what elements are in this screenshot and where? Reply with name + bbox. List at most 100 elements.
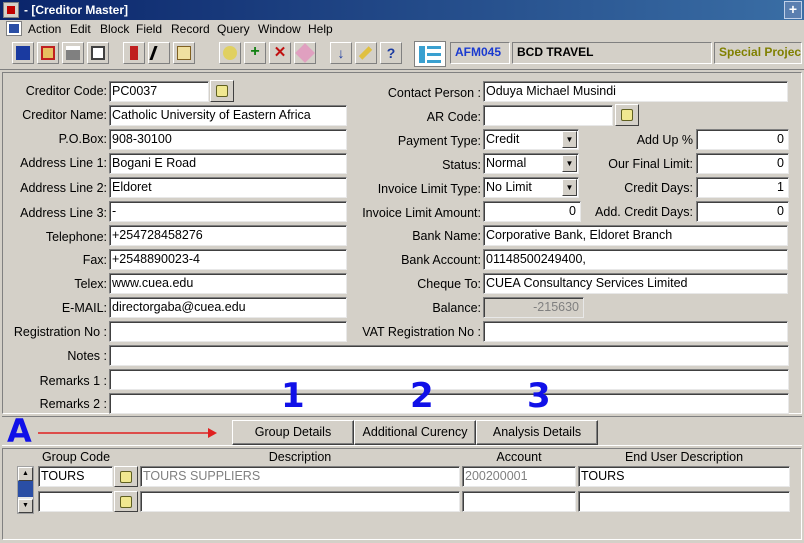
menu-field[interactable]: Field xyxy=(136,22,162,36)
detail-scrollbar[interactable]: ▲ ▼ xyxy=(17,466,34,514)
analysis-details-button[interactable]: Analysis Details xyxy=(476,420,598,445)
creditor-name-label: Creditor Name: xyxy=(22,108,107,122)
creditor-name-field[interactable]: Catholic University of Eastern Africa xyxy=(109,105,347,126)
title-bar: - [Creditor Master] + xyxy=(0,0,804,20)
creditor-code-lov-button[interactable] xyxy=(210,80,234,102)
print-preview-icon[interactable] xyxy=(87,42,109,64)
fax-field[interactable]: +2548890023-4 xyxy=(109,249,347,270)
remarks2-field[interactable] xyxy=(109,393,789,414)
menu-record[interactable]: Record xyxy=(171,22,210,36)
oracle-logo-icon xyxy=(414,41,446,67)
invoice-limit-amount-field[interactable]: 0 xyxy=(483,201,581,222)
cheque-to-field[interactable]: CUEA Consultancy Services Limited xyxy=(483,273,788,294)
annotation-arrow xyxy=(38,428,217,438)
group-details-button[interactable]: Group Details xyxy=(232,420,354,445)
email-field[interactable]: directorgaba@cuea.edu xyxy=(109,297,347,318)
chevron-down-icon[interactable]: ▼ xyxy=(562,155,577,172)
ar-code-lov-button[interactable] xyxy=(615,104,639,126)
vat-field[interactable] xyxy=(483,321,788,342)
calculator-icon[interactable] xyxy=(173,42,195,64)
edit-icon[interactable] xyxy=(355,42,377,64)
row1-description: TOURS SUPPLIERS xyxy=(140,466,460,487)
help-icon[interactable]: ? xyxy=(380,42,402,64)
insert-record-icon[interactable]: + xyxy=(244,42,266,64)
enter-query-icon[interactable] xyxy=(219,42,241,64)
annotation-2: 2 xyxy=(410,376,434,416)
menu-query[interactable]: Query xyxy=(217,22,250,36)
invoice-limit-type-select[interactable]: No Limit ▼ xyxy=(483,177,579,198)
row2-description xyxy=(140,491,460,512)
cut-icon[interactable] xyxy=(123,42,145,64)
app-icon[interactable] xyxy=(3,2,19,18)
row1-group-code[interactable]: TOURS xyxy=(38,466,113,487)
credit-days-label: Credit Days: xyxy=(624,181,693,195)
row1-end-user[interactable]: TOURS xyxy=(578,466,790,487)
clear-record-icon[interactable] xyxy=(294,42,316,64)
row2-account xyxy=(462,491,576,512)
invoice-limit-amount-label: Invoice Limit Amount: xyxy=(362,206,481,220)
registration-label: Registration No : xyxy=(13,325,107,339)
ar-code-field[interactable] xyxy=(483,105,613,126)
scroll-down-icon[interactable]: ▼ xyxy=(18,499,33,513)
remarks1-label: Remarks 1 : xyxy=(39,374,107,388)
menu-block[interactable]: Block xyxy=(100,22,129,36)
contact-field[interactable]: Oduya Michael Musindi xyxy=(483,81,788,102)
additional-currency-button[interactable]: Additional Curency xyxy=(354,420,476,445)
payment-type-select[interactable]: Credit ▼ xyxy=(483,129,579,150)
menu-window[interactable]: Window xyxy=(258,22,301,36)
telephone-label: Telephone: xyxy=(45,230,107,244)
notes-field[interactable] xyxy=(109,345,789,366)
menu-action[interactable]: Action xyxy=(28,22,61,36)
final-limit-field[interactable]: 0 xyxy=(696,153,789,174)
status-select[interactable]: Normal ▼ xyxy=(483,153,579,174)
chevron-down-icon[interactable]: ▼ xyxy=(562,131,577,148)
add-credit-days-label: Add. Credit Days: xyxy=(595,205,693,219)
form-window-icon[interactable] xyxy=(6,21,22,36)
payment-type-value: Credit xyxy=(486,132,520,146)
scroll-thumb[interactable] xyxy=(18,481,33,497)
scroll-up-icon[interactable]: ▲ xyxy=(18,467,33,481)
status-label: Status: xyxy=(442,158,481,172)
final-limit-label: Our Final Limit: xyxy=(608,157,693,171)
header-end-user-description: End User Description xyxy=(624,450,744,464)
download-icon[interactable]: ↓ xyxy=(330,42,352,64)
bank-name-field[interactable]: Corporative Bank, Eldoret Branch xyxy=(483,225,788,246)
window-title: - [Creditor Master] xyxy=(24,3,129,17)
registration-field[interactable] xyxy=(109,321,347,342)
pobox-field[interactable]: 908-30100 xyxy=(109,129,347,150)
telex-label: Telex: xyxy=(74,277,107,291)
menu-help[interactable]: Help xyxy=(308,22,333,36)
maximize-icon[interactable]: + xyxy=(784,1,802,19)
credit-days-field[interactable]: 1 xyxy=(696,177,789,198)
remarks1-field[interactable] xyxy=(109,369,789,390)
toolbar: + ✕ ↓ ? AFM045 BCD TRAVEL Special Projec… xyxy=(0,38,804,70)
list-icon xyxy=(120,496,132,508)
row1-group-lov-button[interactable] xyxy=(114,466,138,487)
remarks2-label: Remarks 2 : xyxy=(39,397,107,411)
payment-type-label: Payment Type: xyxy=(397,134,481,148)
addr3-field[interactable]: - xyxy=(109,201,347,222)
list-icon xyxy=(120,471,132,483)
addup-field[interactable]: 0 xyxy=(696,129,789,150)
pointer-icon[interactable] xyxy=(148,42,170,64)
menu-edit[interactable]: Edit xyxy=(70,22,91,36)
row2-end-user[interactable] xyxy=(578,491,790,512)
chevron-down-icon[interactable]: ▼ xyxy=(562,179,577,196)
bank-account-label: Bank Account: xyxy=(401,253,481,267)
print-icon[interactable] xyxy=(62,42,84,64)
row2-group-lov-button[interactable] xyxy=(114,491,138,512)
exit-icon[interactable] xyxy=(37,42,59,64)
addr2-field[interactable]: Eldoret xyxy=(109,177,347,198)
addr1-field[interactable]: Bogani E Road xyxy=(109,153,347,174)
row2-group-code[interactable] xyxy=(38,491,113,512)
bank-account-field[interactable]: 01148500249400, xyxy=(483,249,788,270)
creditor-code-field[interactable]: PC0037 xyxy=(109,81,209,102)
add-credit-days-field[interactable]: 0 xyxy=(696,201,789,222)
addr1-label: Address Line 1: xyxy=(20,156,107,170)
menu-bar: Action Edit Block Field Record Query Win… xyxy=(0,20,804,38)
telex-field[interactable]: www.cuea.edu xyxy=(109,273,347,294)
project-name: Special Project xyxy=(714,42,802,64)
delete-record-icon[interactable]: ✕ xyxy=(269,42,291,64)
save-icon[interactable] xyxy=(12,42,34,64)
telephone-field[interactable]: +254728458276 xyxy=(109,225,347,246)
